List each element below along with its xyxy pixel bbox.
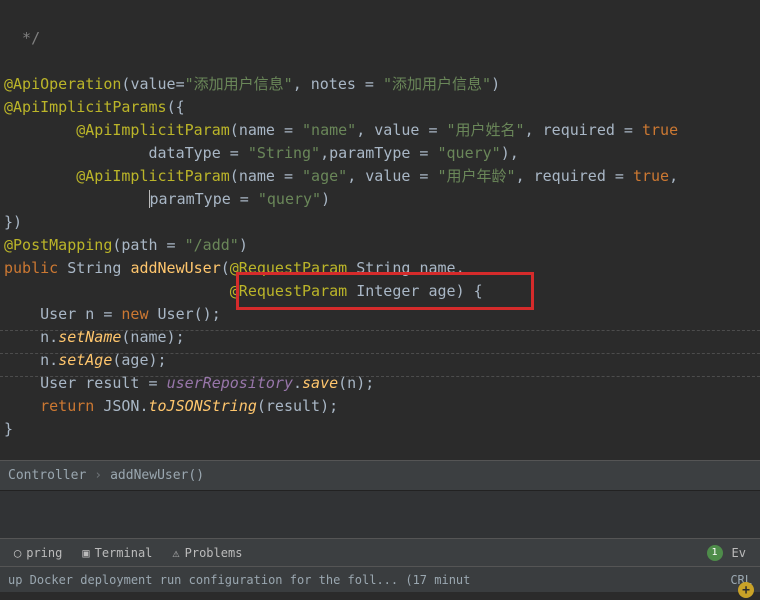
tab-spring[interactable]: ◯ pring: [4, 539, 72, 566]
ann-apiimplicitparams: @ApiImplicitParams: [4, 98, 167, 116]
plus-icon[interactable]: +: [738, 582, 754, 598]
breadcrumb-class[interactable]: Controller: [8, 468, 86, 483]
method-addnewuser: addNewUser: [130, 259, 220, 277]
tab-problems[interactable]: ⚠ Problems: [162, 539, 252, 566]
status-message: up Docker deployment run configuration f…: [8, 573, 470, 587]
tab-terminal[interactable]: ▣ Terminal: [72, 539, 162, 566]
breadcrumb[interactable]: Controller › addNewUser(): [0, 460, 760, 490]
spring-icon: ◯: [14, 546, 21, 560]
code-editor[interactable]: */ @ApiOperation(value="添加用户信息", notes =…: [0, 0, 760, 460]
ann-apioperation: @ApiOperation: [4, 75, 121, 93]
breadcrumb-method[interactable]: addNewUser(): [110, 468, 204, 483]
chevron-right-icon: ›: [94, 468, 102, 483]
tab-events[interactable]: 1 Ev: [697, 539, 756, 566]
gap-area: [0, 490, 760, 538]
terminal-icon: ▣: [82, 546, 89, 560]
events-count-badge: 1: [707, 545, 723, 561]
ann-apiimplicitparam-2: @ApiImplicitParam: [76, 167, 230, 185]
ann-postmapping: @PostMapping: [4, 236, 112, 254]
ann-apiimplicitparam-1: @ApiImplicitParam: [76, 121, 230, 139]
status-bar: up Docker deployment run configuration f…: [0, 566, 760, 592]
warning-icon: ⚠: [172, 546, 179, 560]
comment-close: */: [4, 29, 40, 47]
bottom-tool-tabs: ◯ pring ▣ Terminal ⚠ Problems 1 Ev: [0, 538, 760, 566]
